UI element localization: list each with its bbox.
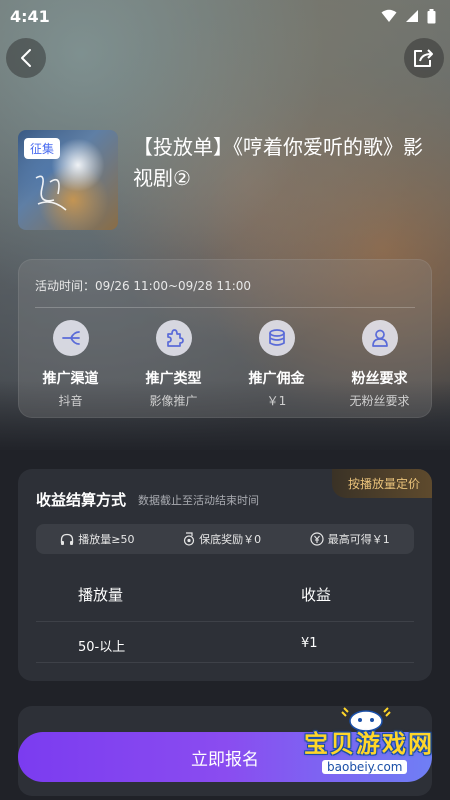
status-icons [381,8,436,24]
back-button[interactable] [6,38,46,78]
chip-text: 保底奖励￥0 [199,533,262,546]
info-item-channel: 推广渠道 抖音 [19,320,122,409]
info-label: 推广渠道 [42,371,99,387]
chip-text: 最高可得￥1 [327,533,390,546]
headphones-icon [61,533,74,545]
settlement-title: 收益结算方式 [36,491,127,509]
share-button[interactable] [404,38,444,78]
info-value: 影像推广 [149,394,198,408]
share-icon [414,49,433,67]
table-divider [36,621,414,622]
fan-icon [361,320,398,356]
chip-text: 播放量≥50 [78,533,135,546]
cover-tag: 征集 [24,138,61,159]
settlement-card: 按播放量定价 收益结算方式 数据截止至活动结束时间 播放量≥50 保底奖励￥0 … [18,469,432,681]
pricing-badge: 按播放量定价 [331,469,432,498]
yen-icon [310,532,324,546]
status-bar: 4:41 [0,0,450,32]
info-label: 粉丝要求 [351,371,408,387]
info-value: ￥1 [266,394,287,408]
campaign-cover-image: 征集 [18,130,118,230]
table-header: 播放量 收益 [18,584,432,605]
info-item-type: 推广类型 影像推广 [122,320,225,409]
watermark-url: baobeiy.com [322,760,408,774]
cellular-icon [406,10,418,22]
watermark-logo: 宝贝游戏网 baobeiy.com [296,707,436,780]
chip-max: 最高可得￥1 [310,531,390,547]
info-label: 推广佣金 [248,371,305,387]
back-arrow-icon [21,49,31,67]
table-header-cell: 收益 [301,586,332,604]
table-cell: ¥1 [301,636,318,651]
channel-icon [52,320,89,356]
info-item-fans: 粉丝要求 无粉丝要求 [328,320,431,409]
wifi-icon [381,9,397,22]
campaign-title: 【投放单】《哼着你爱听的歌》影视剧② [133,135,423,190]
settlement-note: 数据截止至活动结束时间 [138,494,259,507]
table-header-cell: 播放量 [78,586,124,604]
chip-guarantee: 保底奖励￥0 [183,531,261,547]
table-divider [36,662,414,663]
watermark-text: 宝贝游戏网 [304,730,434,758]
table-row: 50-以上 ¥1 [18,636,432,655]
settlement-chips: 播放量≥50 保底奖励￥0 最高可得￥1 [36,524,414,554]
campaign-info-card: 活动时间：09/26 11:00~09/28 11:00 推广渠道 抖音 推广类… [18,259,432,418]
info-label: 推广类型 [145,371,202,387]
cover-artwork [35,175,67,211]
table-cell: 50-以上 [78,640,126,655]
battery-icon [427,8,436,23]
activity-time: 活动时间：09/26 11:00~09/28 11:00 [35,279,252,293]
info-value: 无粉丝要求 [349,394,410,408]
divider [35,307,415,308]
medal-icon [184,532,195,546]
info-value: 抖音 [58,394,83,408]
coins-icon [258,320,295,356]
chip-plays: 播放量≥50 [60,531,135,547]
status-time: 4:41 [10,6,50,26]
puzzle-icon [155,320,192,356]
info-items: 推广渠道 抖音 推广类型 影像推广 推广佣金 ￥1 粉丝要求 无粉丝要求 [19,320,431,409]
info-item-commission: 推广佣金 ￥1 [225,320,328,409]
